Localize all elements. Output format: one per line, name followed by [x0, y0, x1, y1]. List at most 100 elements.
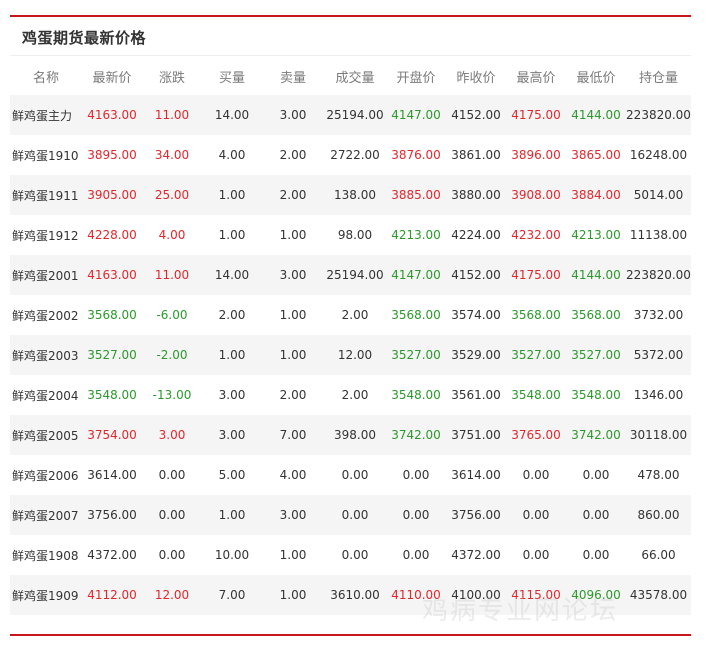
contract-name-cell[interactable]: 鲜鸡蛋1911	[10, 175, 82, 215]
table-cell: 3568.00	[391, 308, 441, 322]
table-cell: 34.00	[154, 148, 190, 162]
table-cell: 4144.00	[566, 95, 626, 135]
col-header-open[interactable]: 开盘价	[386, 57, 446, 95]
col-header-ask-vol[interactable]: 卖量	[262, 57, 324, 95]
table-cell: 2.00	[341, 388, 369, 402]
table-cell: 3527.00	[82, 335, 142, 375]
table-cell: -13.00	[152, 388, 192, 402]
contract-name-cell[interactable]: 鲜鸡蛋1909	[10, 575, 82, 615]
table-cell: -2.00	[142, 335, 202, 375]
table-cell: 0.00	[506, 495, 566, 535]
table-cell: 4213.00	[571, 228, 621, 242]
table-cell: 3548.00	[511, 388, 561, 402]
table-cell: 4.00	[218, 148, 246, 162]
table-cell: 10.00	[214, 548, 250, 562]
table-cell: 1.00	[262, 335, 324, 375]
table-cell: 4152.00	[446, 255, 506, 295]
top-divider	[10, 15, 691, 17]
table-cell: 3610.00	[324, 575, 386, 615]
table-cell: 4152.00	[446, 95, 506, 135]
table-cell: 4372.00	[451, 548, 501, 562]
contract-name-cell[interactable]: 鲜鸡蛋2004	[10, 375, 82, 415]
table-cell: 3865.00	[571, 148, 621, 162]
panel-title: 鸡蛋期货最新价格	[22, 29, 147, 47]
table-cell: 3568.00	[87, 308, 137, 322]
table-row[interactable]: 鲜鸡蛋2001 4163.00 11.00 14.00 3.00 25194.00 4147…	[10, 255, 691, 295]
col-header-prev-close[interactable]: 昨收价	[446, 57, 506, 95]
contract-name-cell[interactable]: 鲜鸡蛋主力	[10, 95, 82, 135]
table-cell: 1.00	[202, 175, 262, 215]
table-cell: 478.00	[637, 468, 680, 482]
col-header-high[interactable]: 最高价	[506, 57, 566, 95]
contract-name-cell[interactable]: 鲜鸡蛋2002	[10, 295, 82, 335]
contract-name-cell[interactable]: 鲜鸡蛋2005	[10, 415, 82, 455]
contract-name-cell[interactable]: 鲜鸡蛋2001	[10, 255, 82, 295]
col-header-name[interactable]: 名称	[10, 57, 82, 95]
table-row[interactable]: 鲜鸡蛋主力 4163.00 11.00 14.00 3.00 25194.00 4147.0…	[10, 95, 691, 135]
table-cell: 3527.00	[566, 335, 626, 375]
table-cell: 12.00	[324, 335, 386, 375]
contract-name-cell[interactable]: 鲜鸡蛋1912	[10, 215, 82, 255]
table-cell: 5.00	[218, 468, 246, 482]
contract-name-cell[interactable]: 鲜鸡蛋2003	[10, 335, 82, 375]
table-cell: 5372.00	[626, 335, 691, 375]
table-row[interactable]: 鲜鸡蛋2006 3614.00 0.00 5.00 4.00 0.00 0.00 3614.0…	[10, 455, 691, 495]
table-cell: 66.00	[641, 548, 676, 562]
col-header-low[interactable]: 最低价	[566, 57, 626, 95]
table-cell: 98.00	[337, 228, 373, 242]
table-cell: 0.00	[402, 548, 430, 562]
table-cell: 3.00	[262, 255, 324, 295]
table-cell: 12.00	[142, 575, 202, 615]
table-row[interactable]: 鲜鸡蛋2004 3548.00 -13.00 3.00 2.00 2.00 3548.00 3…	[10, 375, 691, 415]
contract-name-cell[interactable]: 鲜鸡蛋1908	[10, 535, 82, 575]
price-table: 名称 最新价 涨跌 买量 卖量 成交量 开盘价 昨收价 最高价 最低价 持仓量 …	[10, 57, 691, 615]
table-cell: 2.00	[262, 175, 324, 215]
col-header-bid-vol[interactable]: 买量	[202, 57, 262, 95]
table-row[interactable]: 鲜鸡蛋2002 3568.00 -6.00 2.00 1.00 2.00 3568.00 35…	[10, 295, 691, 335]
col-header-volume[interactable]: 成交量	[324, 57, 386, 95]
table-cell: 4.00	[158, 228, 186, 242]
table-row[interactable]: 鲜鸡蛋1912 4228.00 4.00 1.00 1.00 98.00 4213.00 42…	[10, 215, 691, 255]
col-header-latest[interactable]: 最新价	[82, 57, 142, 95]
table-cell: 0.00	[566, 495, 626, 535]
table-cell: 3884.00	[566, 175, 626, 215]
table-cell: 3905.00	[82, 175, 142, 215]
table-cell: 3548.00	[87, 388, 137, 402]
table-cell: 0.00	[582, 468, 610, 482]
table-cell: 4213.00	[391, 228, 441, 242]
col-header-change[interactable]: 涨跌	[142, 57, 202, 95]
table-cell: 3614.00	[451, 468, 501, 482]
table-row[interactable]: 鲜鸡蛋2005 3754.00 3.00 3.00 7.00 398.00 3742.00 3…	[10, 415, 691, 455]
table-cell: 138.00	[324, 175, 386, 215]
table-cell: 1.00	[262, 575, 324, 615]
table-row[interactable]: 鲜鸡蛋2007 3756.00 0.00 1.00 3.00 0.00 0.00 3756.0…	[10, 495, 691, 535]
contract-name-cell[interactable]: 鲜鸡蛋1910	[10, 135, 82, 175]
table-cell: 3742.00	[566, 415, 626, 455]
contract-name-cell[interactable]: 鲜鸡蛋2007	[10, 495, 82, 535]
table-cell: 3908.00	[506, 175, 566, 215]
table-cell: 0.00	[522, 468, 550, 482]
table-cell: 1.00	[279, 548, 307, 562]
table-cell: 4163.00	[82, 255, 142, 295]
table-cell: 3765.00	[506, 415, 566, 455]
table-cell: 0.00	[158, 468, 186, 482]
table-row[interactable]: 鲜鸡蛋1909 4112.00 12.00 7.00 1.00 3610.00 4110.0…	[10, 575, 691, 615]
table-cell: 3574.00	[451, 308, 501, 322]
table-row[interactable]: 鲜鸡蛋1910 3895.00 34.00 4.00 2.00 2722.00 3876.0…	[10, 135, 691, 175]
contract-name-cell[interactable]: 鲜鸡蛋2006	[10, 455, 82, 495]
table-cell: 4372.00	[87, 548, 137, 562]
title-divider	[10, 55, 691, 56]
table-cell: 2.00	[279, 148, 307, 162]
table-cell: 223820.00	[626, 95, 691, 135]
table-cell: 3751.00	[446, 415, 506, 455]
col-header-open-interest[interactable]: 持仓量	[626, 57, 691, 95]
table-cell: 2.00	[218, 308, 246, 322]
table-cell: 25194.00	[324, 95, 386, 135]
table-cell: 2.00	[279, 388, 307, 402]
table-row[interactable]: 鲜鸡蛋1908 4372.00 0.00 10.00 1.00 0.00 0.00 4372.…	[10, 535, 691, 575]
table-cell: 11.00	[142, 95, 202, 135]
table-row[interactable]: 鲜鸡蛋2003 3527.00 -2.00 1.00 1.00 12.00 3527.00 3…	[10, 335, 691, 375]
table-cell: 5014.00	[626, 175, 691, 215]
table-cell: 7.00	[262, 415, 324, 455]
table-row[interactable]: 鲜鸡蛋1911 3905.00 25.00 1.00 2.00 138.00 3885.00…	[10, 175, 691, 215]
